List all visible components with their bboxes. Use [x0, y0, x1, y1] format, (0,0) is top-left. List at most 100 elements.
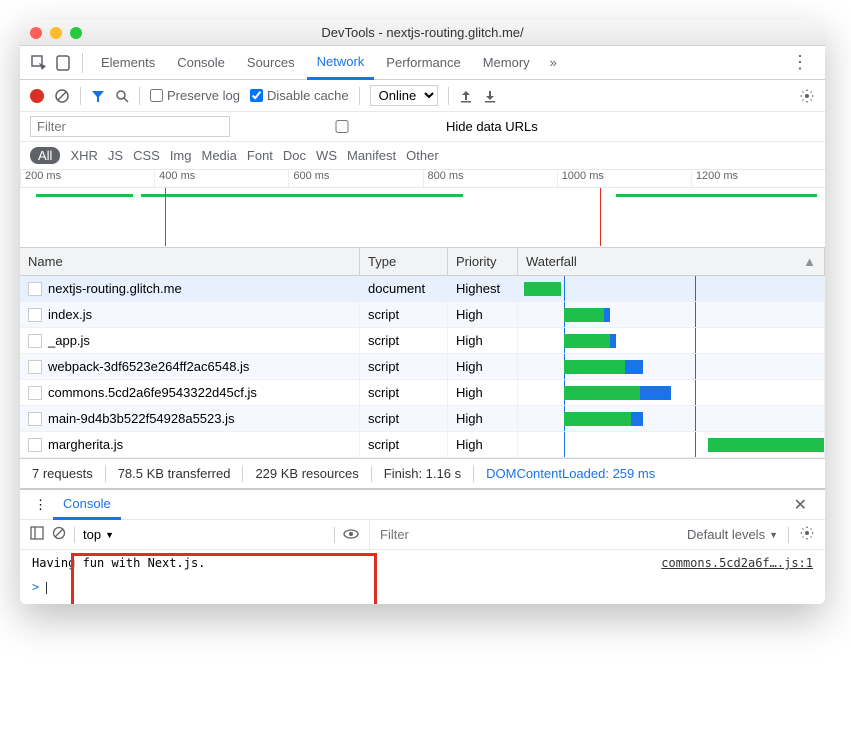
type-xhr[interactable]: XHR — [70, 148, 97, 163]
file-icon — [28, 308, 42, 322]
console-settings-icon[interactable] — [799, 525, 815, 544]
device-icon[interactable] — [52, 52, 74, 74]
file-icon — [28, 438, 42, 452]
type-img[interactable]: Img — [170, 148, 192, 163]
file-icon — [28, 282, 42, 296]
filter-icon[interactable] — [91, 89, 105, 103]
throttling-select[interactable]: Online — [370, 85, 438, 106]
request-waterfall — [518, 380, 825, 405]
inspect-icon[interactable] — [28, 52, 50, 74]
request-priority: High — [448, 302, 518, 327]
clear-console-icon[interactable] — [52, 526, 66, 543]
request-waterfall — [518, 354, 825, 379]
request-name: margherita.js — [48, 437, 123, 452]
request-priority: High — [448, 380, 518, 405]
menu-icon[interactable]: ⋮ — [783, 52, 817, 73]
search-icon[interactable] — [115, 89, 129, 103]
tab-performance[interactable]: Performance — [376, 46, 470, 80]
column-type[interactable]: Type — [360, 248, 448, 275]
request-name: commons.5cd2a6fe9543322d45cf.js — [48, 385, 257, 400]
summary-resources: 229 KB resources — [255, 466, 358, 481]
tab-console[interactable]: Console — [167, 46, 235, 80]
request-type: script — [360, 302, 448, 327]
summary-requests: 7 requests — [32, 466, 93, 481]
network-row[interactable]: nextjs-routing.glitch.me document Highes… — [20, 276, 825, 302]
console-filter-input[interactable] — [380, 527, 560, 542]
console-log-message: Having fun with Next.js. — [32, 556, 205, 570]
request-type: script — [360, 406, 448, 431]
window-title: DevTools - nextjs-routing.glitch.me/ — [20, 25, 825, 40]
overview-timeline[interactable]: 200 ms 400 ms 600 ms 800 ms 1000 ms 1200… — [20, 170, 825, 248]
upload-icon[interactable] — [459, 89, 473, 103]
column-priority[interactable]: Priority — [448, 248, 518, 275]
network-row[interactable]: main-9d4b3b522f54928a5523.js script High — [20, 406, 825, 432]
request-name: main-9d4b3b522f54928a5523.js — [48, 411, 235, 426]
request-priority: High — [448, 406, 518, 431]
tab-sources[interactable]: Sources — [237, 46, 305, 80]
filter-input[interactable] — [30, 116, 230, 137]
request-priority: High — [448, 328, 518, 353]
file-icon — [28, 412, 42, 426]
request-name: index.js — [48, 307, 92, 322]
live-expression-icon[interactable] — [343, 527, 359, 542]
file-icon — [28, 386, 42, 400]
type-other[interactable]: Other — [406, 148, 439, 163]
network-row[interactable]: margherita.js script High — [20, 432, 825, 458]
column-waterfall[interactable]: Waterfall▲ — [518, 248, 825, 275]
console-sidebar-icon[interactable] — [30, 526, 44, 543]
summary-dcl: DOMContentLoaded: 259 ms — [486, 466, 655, 481]
network-row[interactable]: commons.5cd2a6fe9543322d45cf.js script H… — [20, 380, 825, 406]
close-drawer-icon[interactable]: ✕ — [784, 495, 817, 515]
clear-icon[interactable] — [54, 88, 70, 104]
tab-elements[interactable]: Elements — [91, 46, 165, 80]
drawer-tab-console[interactable]: Console — [53, 490, 121, 520]
request-priority: High — [448, 432, 518, 457]
file-icon — [28, 334, 42, 348]
tab-memory[interactable]: Memory — [473, 46, 540, 80]
disable-cache-checkbox[interactable]: Disable cache — [250, 88, 349, 103]
window-titlebar: DevTools - nextjs-routing.glitch.me/ — [20, 20, 825, 46]
preserve-log-checkbox[interactable]: Preserve log — [150, 88, 240, 103]
context-selector[interactable]: top▼ — [83, 527, 114, 542]
request-type: script — [360, 354, 448, 379]
type-js[interactable]: JS — [108, 148, 123, 163]
record-button[interactable] — [30, 89, 44, 103]
summary-finish: Finish: 1.16 s — [384, 466, 461, 481]
request-name: nextjs-routing.glitch.me — [48, 281, 182, 296]
request-name: webpack-3df6523e264ff2ac6548.js — [48, 359, 249, 374]
request-type: script — [360, 432, 448, 457]
drawer-menu-icon[interactable]: ⋮ — [28, 497, 53, 513]
settings-icon[interactable] — [799, 88, 815, 104]
request-waterfall — [518, 302, 825, 327]
request-type: document — [360, 276, 448, 301]
type-manifest[interactable]: Manifest — [347, 148, 396, 163]
column-name[interactable]: Name — [20, 248, 360, 275]
request-waterfall — [518, 276, 825, 301]
request-priority: Highest — [448, 276, 518, 301]
network-row[interactable]: webpack-3df6523e264ff2ac6548.js script H… — [20, 354, 825, 380]
tab-network[interactable]: Network — [307, 46, 375, 80]
request-waterfall — [518, 406, 825, 431]
console-prompt[interactable]: > — [20, 576, 825, 604]
file-icon — [28, 360, 42, 374]
log-levels-selector[interactable]: Default levels▼ — [687, 527, 778, 542]
type-all[interactable]: All — [30, 147, 60, 164]
type-doc[interactable]: Doc — [283, 148, 306, 163]
request-type: script — [360, 380, 448, 405]
request-waterfall — [518, 432, 825, 457]
request-waterfall — [518, 328, 825, 353]
network-row[interactable]: _app.js script High — [20, 328, 825, 354]
console-log-source[interactable]: commons.5cd2a6f….js:1 — [661, 556, 813, 570]
type-media[interactable]: Media — [201, 148, 236, 163]
download-icon[interactable] — [483, 89, 497, 103]
summary-transferred: 78.5 KB transferred — [118, 466, 231, 481]
more-tabs-icon[interactable]: » — [542, 55, 565, 70]
type-font[interactable]: Font — [247, 148, 273, 163]
network-row[interactable]: index.js script High — [20, 302, 825, 328]
request-name: _app.js — [48, 333, 90, 348]
hide-data-urls-checkbox[interactable]: Hide data URLs — [242, 119, 538, 134]
type-css[interactable]: CSS — [133, 148, 160, 163]
request-priority: High — [448, 354, 518, 379]
type-ws[interactable]: WS — [316, 148, 337, 163]
request-type: script — [360, 328, 448, 353]
